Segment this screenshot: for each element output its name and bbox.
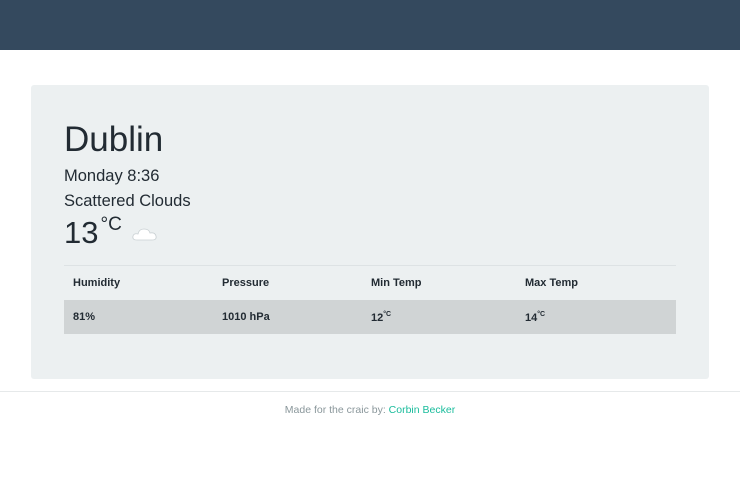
temperature-unit: °C [100, 214, 122, 235]
max-temp-unit: °C [537, 310, 546, 318]
header-pressure: Pressure [222, 277, 270, 289]
author-link[interactable]: Corbin Becker [389, 404, 456, 416]
table-row: 81% 1010 hPa 12°C 14°C [64, 300, 676, 334]
min-temp-unit: °C [383, 310, 392, 318]
max-temp-cell: 14°C [516, 311, 676, 324]
temperature-value: 13 [64, 215, 99, 250]
weather-card: Dublin Monday 8:36 Scattered Clouds 13 °… [31, 85, 709, 379]
header-humidity: Humidity [73, 277, 121, 289]
max-temp-value: 14 [525, 311, 538, 324]
min-temp-cell: 12°C [362, 311, 516, 324]
footer-divider [0, 391, 740, 392]
pressure-value: 1010 hPa [222, 311, 270, 323]
cloud-icon [132, 227, 158, 241]
footer: Made for the craic by: Corbin Becker [0, 404, 740, 416]
weather-details-table: Humidity Pressure Min Temp Max Temp 81% … [64, 266, 676, 334]
header-max-temp: Max Temp [525, 277, 578, 289]
header-min-temp: Min Temp [371, 277, 422, 289]
current-temperature: 13 °C [64, 213, 158, 253]
table-header-row: Humidity Pressure Min Temp Max Temp [64, 266, 676, 300]
day-time: Monday 8:36 [64, 167, 160, 185]
min-temp-value: 12 [371, 311, 384, 324]
top-navbar [0, 0, 740, 50]
city-name: Dublin [64, 120, 164, 159]
footer-text: Made for the craic by: [284, 404, 389, 416]
weather-description: Scattered Clouds [64, 192, 191, 210]
humidity-value: 81% [73, 311, 96, 323]
